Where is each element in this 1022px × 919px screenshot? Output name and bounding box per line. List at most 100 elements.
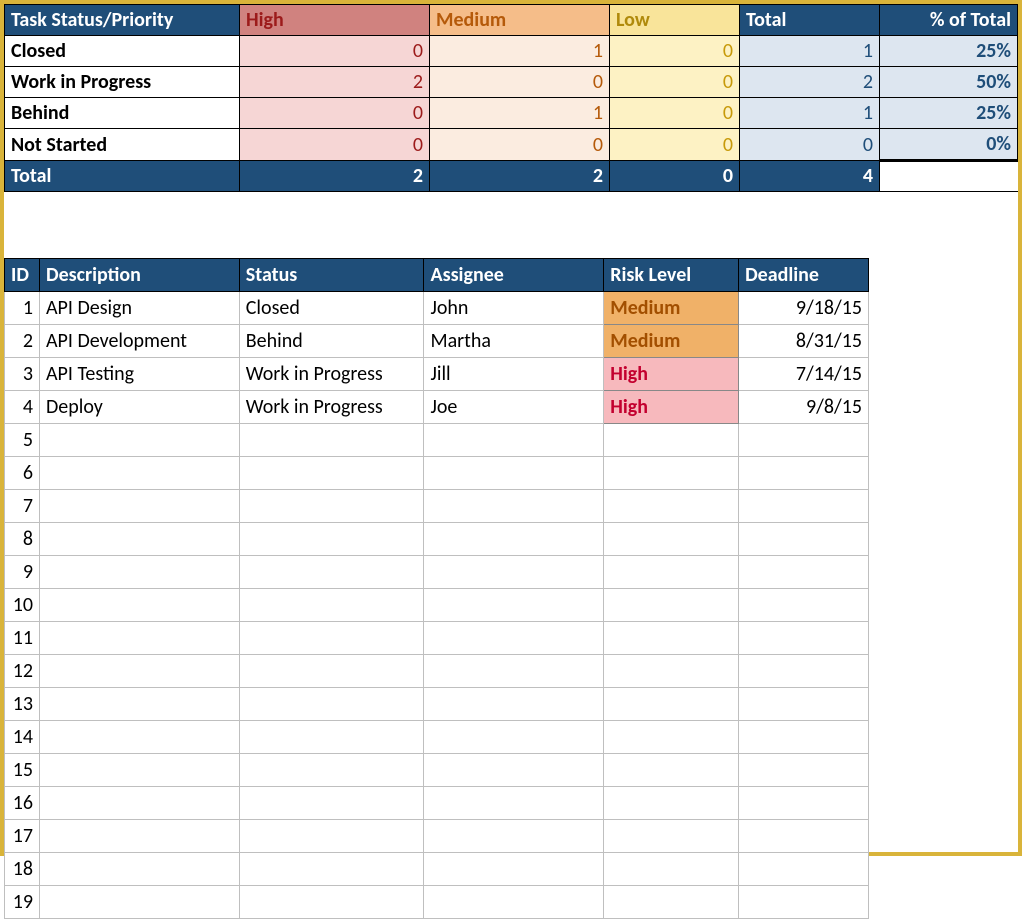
cell-risk-level[interactable] bbox=[604, 688, 739, 721]
row-label[interactable]: Not Started bbox=[5, 129, 240, 161]
cell-low[interactable]: 0 bbox=[610, 36, 740, 67]
col-high[interactable]: High bbox=[240, 5, 430, 36]
row-label[interactable]: Work in Progress bbox=[5, 67, 240, 98]
cell-status[interactable] bbox=[239, 490, 424, 523]
cell-description[interactable] bbox=[39, 655, 239, 688]
cell-description[interactable] bbox=[39, 523, 239, 556]
cell-medium[interactable]: 0 bbox=[430, 67, 610, 98]
total-total[interactable]: 4 bbox=[740, 161, 880, 192]
cell-id[interactable]: 8 bbox=[5, 523, 40, 556]
col-medium[interactable]: Medium bbox=[430, 5, 610, 36]
cell-id[interactable]: 6 bbox=[5, 457, 40, 490]
cell-deadline[interactable]: 8/31/15 bbox=[739, 325, 869, 358]
cell-description[interactable]: API Design bbox=[39, 292, 239, 325]
row-label[interactable]: Behind bbox=[5, 98, 240, 129]
cell-assignee[interactable] bbox=[424, 655, 604, 688]
cell-deadline[interactable] bbox=[739, 424, 869, 457]
row-label[interactable]: Closed bbox=[5, 36, 240, 67]
cell-description[interactable] bbox=[39, 556, 239, 589]
cell-risk-level[interactable] bbox=[604, 853, 739, 886]
cell-deadline[interactable] bbox=[739, 457, 869, 490]
cell-deadline[interactable] bbox=[739, 754, 869, 787]
cell-high[interactable]: 2 bbox=[240, 67, 430, 98]
cell-description[interactable] bbox=[39, 721, 239, 754]
col-id[interactable]: ID bbox=[5, 259, 40, 292]
cell-deadline[interactable] bbox=[739, 820, 869, 853]
cell-id[interactable]: 7 bbox=[5, 490, 40, 523]
col-pct-of-total[interactable]: % of Total bbox=[880, 5, 1018, 36]
cell-total[interactable]: 2 bbox=[740, 67, 880, 98]
cell-status[interactable] bbox=[239, 622, 424, 655]
cell-risk-level[interactable] bbox=[604, 721, 739, 754]
cell-description[interactable] bbox=[39, 688, 239, 721]
cell-status[interactable] bbox=[239, 853, 424, 886]
cell-assignee[interactable] bbox=[424, 787, 604, 820]
cell-assignee[interactable] bbox=[424, 886, 604, 919]
total-pct-blank[interactable] bbox=[880, 161, 1018, 192]
cell-description[interactable] bbox=[39, 853, 239, 886]
cell-description[interactable]: API Testing bbox=[39, 358, 239, 391]
cell-risk-level[interactable]: High bbox=[604, 391, 739, 424]
cell-assignee[interactable] bbox=[424, 721, 604, 754]
cell-assignee[interactable] bbox=[424, 424, 604, 457]
cell-deadline[interactable]: 7/14/15 bbox=[739, 358, 869, 391]
cell-low[interactable]: 0 bbox=[610, 98, 740, 129]
cell-risk-level[interactable] bbox=[604, 820, 739, 853]
cell-high[interactable]: 0 bbox=[240, 98, 430, 129]
cell-status[interactable] bbox=[239, 886, 424, 919]
cell-status[interactable] bbox=[239, 688, 424, 721]
cell-assignee[interactable]: Joe bbox=[424, 391, 604, 424]
total-low[interactable]: 0 bbox=[610, 161, 740, 192]
cell-medium[interactable]: 0 bbox=[430, 129, 610, 161]
cell-assignee[interactable] bbox=[424, 490, 604, 523]
cell-assignee[interactable] bbox=[424, 589, 604, 622]
cell-high[interactable]: 0 bbox=[240, 36, 430, 67]
cell-id[interactable]: 5 bbox=[5, 424, 40, 457]
cell-id[interactable]: 15 bbox=[5, 754, 40, 787]
cell-id[interactable]: 11 bbox=[5, 622, 40, 655]
total-medium[interactable]: 2 bbox=[430, 161, 610, 192]
cell-deadline[interactable] bbox=[739, 490, 869, 523]
cell-deadline[interactable] bbox=[739, 622, 869, 655]
cell-deadline[interactable] bbox=[739, 589, 869, 622]
cell-risk-level[interactable] bbox=[604, 622, 739, 655]
cell-medium[interactable]: 1 bbox=[430, 98, 610, 129]
col-description[interactable]: Description bbox=[39, 259, 239, 292]
cell-risk-level[interactable] bbox=[604, 787, 739, 820]
cell-risk-level[interactable] bbox=[604, 589, 739, 622]
cell-description[interactable] bbox=[39, 457, 239, 490]
cell-deadline[interactable] bbox=[739, 655, 869, 688]
cell-assignee[interactable] bbox=[424, 556, 604, 589]
cell-assignee[interactable]: John bbox=[424, 292, 604, 325]
cell-medium[interactable]: 1 bbox=[430, 36, 610, 67]
cell-risk-level[interactable] bbox=[604, 523, 739, 556]
cell-status[interactable]: Work in Progress bbox=[239, 358, 424, 391]
row-label-total[interactable]: Total bbox=[5, 161, 240, 192]
cell-pct[interactable]: 25% bbox=[880, 98, 1018, 129]
cell-status[interactable] bbox=[239, 556, 424, 589]
cell-low[interactable]: 0 bbox=[610, 67, 740, 98]
cell-deadline[interactable] bbox=[739, 556, 869, 589]
cell-assignee[interactable] bbox=[424, 853, 604, 886]
cell-risk-level[interactable] bbox=[604, 556, 739, 589]
cell-id[interactable]: 12 bbox=[5, 655, 40, 688]
cell-risk-level[interactable]: High bbox=[604, 358, 739, 391]
cell-status[interactable] bbox=[239, 820, 424, 853]
cell-id[interactable]: 19 bbox=[5, 886, 40, 919]
cell-description[interactable]: Deploy bbox=[39, 391, 239, 424]
cell-assignee[interactable]: Martha bbox=[424, 325, 604, 358]
cell-description[interactable] bbox=[39, 589, 239, 622]
cell-id[interactable]: 1 bbox=[5, 292, 40, 325]
cell-id[interactable]: 13 bbox=[5, 688, 40, 721]
cell-risk-level[interactable] bbox=[604, 655, 739, 688]
col-risk-level[interactable]: Risk Level bbox=[604, 259, 739, 292]
cell-description[interactable] bbox=[39, 490, 239, 523]
cell-total[interactable]: 1 bbox=[740, 98, 880, 129]
cell-status[interactable] bbox=[239, 523, 424, 556]
cell-deadline[interactable] bbox=[739, 853, 869, 886]
cell-deadline[interactable]: 9/18/15 bbox=[739, 292, 869, 325]
col-deadline[interactable]: Deadline bbox=[739, 259, 869, 292]
cell-pct[interactable]: 25% bbox=[880, 36, 1018, 67]
cell-risk-level[interactable] bbox=[604, 886, 739, 919]
cell-id[interactable]: 10 bbox=[5, 589, 40, 622]
